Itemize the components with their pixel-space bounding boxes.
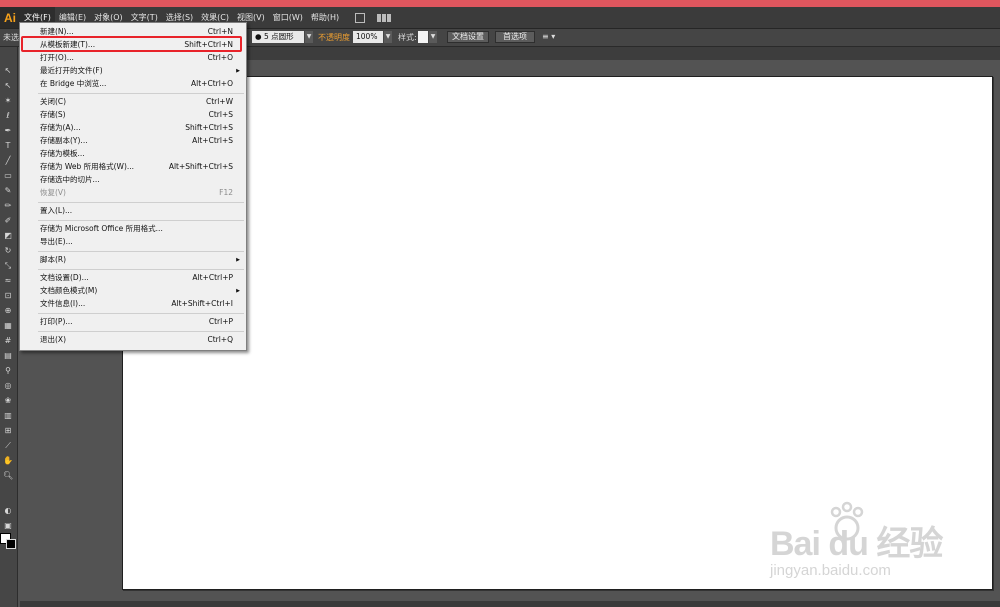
menu-item-print[interactable]: 打印(P)... Ctrl+P — [20, 316, 246, 328]
menu-item-document-color-mode[interactable]: 文档颜色模式(M) ▶ — [20, 285, 246, 297]
app-logo: Ai — [0, 7, 20, 28]
drawing-mode-icon[interactable]: ◐ — [3, 507, 13, 515]
selection-status-label: 未选 — [3, 33, 19, 42]
stroke-profile-value: 5 点圆形 — [263, 32, 294, 41]
menu-separator — [38, 313, 244, 314]
menu-item-open-recent[interactable]: 最近打开的文件(F) ▶ — [20, 65, 246, 77]
style-dropdown-icon[interactable]: ▼ — [429, 31, 437, 43]
menu-item-save-for-web[interactable]: 存储为 Web 所用格式(W)... Alt+Shift+Ctrl+S — [20, 161, 246, 173]
opacity-dropdown-icon[interactable]: ▼ — [384, 31, 392, 43]
perspective-grid-tool-icon[interactable]: ▦ — [3, 322, 13, 330]
menu-item-save-copy[interactable]: 存储副本(Y)... Alt+Ctrl+S — [20, 135, 246, 147]
menu-item-save-as[interactable]: 存储为(A)... Shift+Ctrl+S — [20, 122, 246, 134]
artboard-tool-icon[interactable]: ⊞ — [3, 427, 13, 435]
menu-item-save-selected-slices[interactable]: 存储选中的切片... — [20, 174, 246, 186]
slice-tool-icon[interactable]: ⟋ — [3, 442, 13, 450]
menu-item-save-as-template[interactable]: 存储为模板... — [20, 148, 246, 160]
submenu-arrow-icon: ▶ — [236, 288, 240, 294]
status-bar — [20, 601, 1000, 607]
menu-separator — [38, 220, 244, 221]
tools-panel: ↖ ↖ ✶ ℓ ✒ T ╱ ▭ ✎ ✏ ✐ ◩ ↻ ⤡ ≈ ⊡ ⊕ ▦ # ▤ … — [0, 47, 18, 607]
lasso-tool-icon[interactable]: ℓ — [3, 112, 13, 120]
gradient-tool-icon[interactable]: ▤ — [3, 352, 13, 360]
menu-item-scripts[interactable]: 脚本(R) ▶ — [20, 254, 246, 266]
stroke-profile-dropdown-icon[interactable]: ▼ — [305, 31, 313, 43]
shape-builder-tool-icon[interactable]: ⊕ — [3, 307, 13, 315]
menu-item-open[interactable]: 打开(O)... Ctrl+O — [20, 52, 246, 64]
menu-item-place[interactable]: 置入(L)... — [20, 205, 246, 217]
watermark-site: jingyan.baidu.com — [770, 562, 891, 579]
menu-item-save[interactable]: 存储(S) Ctrl+S — [20, 109, 246, 121]
paintbrush-tool-icon[interactable]: ✎ — [3, 187, 13, 195]
submenu-arrow-icon: ▶ — [236, 257, 240, 263]
mesh-tool-icon[interactable]: # — [3, 337, 13, 345]
menu-item-save-for-office[interactable]: 存储为 Microsoft Office 所用格式... — [20, 223, 246, 235]
line-tool-icon[interactable]: ╱ — [3, 157, 13, 165]
free-transform-tool-icon[interactable]: ⊡ — [3, 292, 13, 300]
selection-tool-icon[interactable]: ↖ — [3, 67, 13, 75]
blend-tool-icon[interactable]: ◎ — [3, 382, 13, 390]
baidu-jingyan-logo: Bai du 经验 — [770, 525, 943, 563]
watermark: Bai du 经验 jingyan.baidu.com — [770, 496, 1000, 588]
opacity-input[interactable]: 100% — [353, 31, 383, 43]
screen-mode-icon[interactable]: ▣ — [3, 522, 13, 530]
stroke-color-swatch[interactable] — [6, 539, 16, 549]
menu-separator — [38, 269, 244, 270]
hand-tool-icon[interactable]: ✋ — [3, 457, 13, 465]
warp-tool-icon[interactable]: ≈ — [3, 277, 13, 285]
magic-wand-tool-icon[interactable]: ✶ — [3, 97, 13, 105]
rotate-tool-icon[interactable]: ↻ — [3, 247, 13, 255]
arrange-documents-icon[interactable] — [377, 13, 392, 23]
bridge-icon[interactable] — [355, 12, 366, 23]
brush-dot-icon: ● — [255, 32, 262, 41]
style-label: 样式: — [398, 33, 417, 42]
rectangle-tool-icon[interactable]: ▭ — [3, 172, 13, 180]
pen-tool-icon[interactable]: ✒ — [3, 127, 13, 135]
red-highlight-box — [21, 36, 242, 52]
menu-help[interactable]: 帮助(H) — [307, 7, 343, 28]
zoom-tool-icon[interactable]: 🔍︎ — [3, 472, 13, 480]
scale-tool-icon[interactable]: ⤡ — [3, 262, 13, 270]
eyedropper-tool-icon[interactable]: ⚲ — [3, 367, 13, 375]
menu-item-close[interactable]: 关闭(C) Ctrl+W — [20, 96, 246, 108]
menu-item-export[interactable]: 导出(E)... — [20, 236, 246, 248]
file-menu-dropdown: 新建(N)... Ctrl+N 从模板新建(T)... Shift+Ctrl+N 打… — [19, 22, 247, 351]
style-swatch[interactable] — [418, 31, 428, 43]
menu-item-file-info[interactable]: 文件信息(I)... Alt+Shift+Ctrl+I — [20, 298, 246, 310]
menu-item-document-setup[interactable]: 文档设置(D)... Alt+Ctrl+P — [20, 272, 246, 284]
menu-separator — [38, 202, 244, 203]
menu-separator — [38, 251, 244, 252]
stroke-profile-select[interactable]: ● 5 点圆形 — [252, 31, 304, 43]
panel-menu-icon[interactable]: ≡ ▾ — [542, 32, 555, 41]
eraser-tool-icon[interactable]: ◩ — [3, 232, 13, 240]
preferences-button[interactable]: 首选项 — [495, 31, 535, 43]
document-setup-button[interactable]: 文档设置 — [447, 31, 489, 43]
menu-separator — [38, 331, 244, 332]
menu-item-revert: 恢复(V) F12 — [40, 188, 233, 197]
submenu-arrow-icon: ▶ — [236, 68, 240, 74]
menu-separator — [38, 93, 244, 94]
symbol-sprayer-tool-icon[interactable]: ❀ — [3, 397, 13, 405]
opacity-label[interactable]: 不透明度 — [318, 32, 350, 43]
blob-brush-tool-icon[interactable]: ✐ — [3, 217, 13, 225]
menu-item-browse-bridge[interactable]: 在 Bridge 中浏览... Alt+Ctrl+O — [20, 78, 246, 90]
column-graph-tool-icon[interactable]: ▥ — [3, 412, 13, 420]
window-title-bar — [0, 0, 1000, 7]
menu-item-exit[interactable]: 退出(X) Ctrl+Q — [20, 334, 246, 346]
menu-window[interactable]: 窗口(W) — [269, 7, 307, 28]
type-tool-icon[interactable]: T — [3, 142, 13, 150]
pencil-tool-icon[interactable]: ✏ — [3, 202, 13, 210]
direct-selection-tool-icon[interactable]: ↖ — [3, 82, 13, 90]
